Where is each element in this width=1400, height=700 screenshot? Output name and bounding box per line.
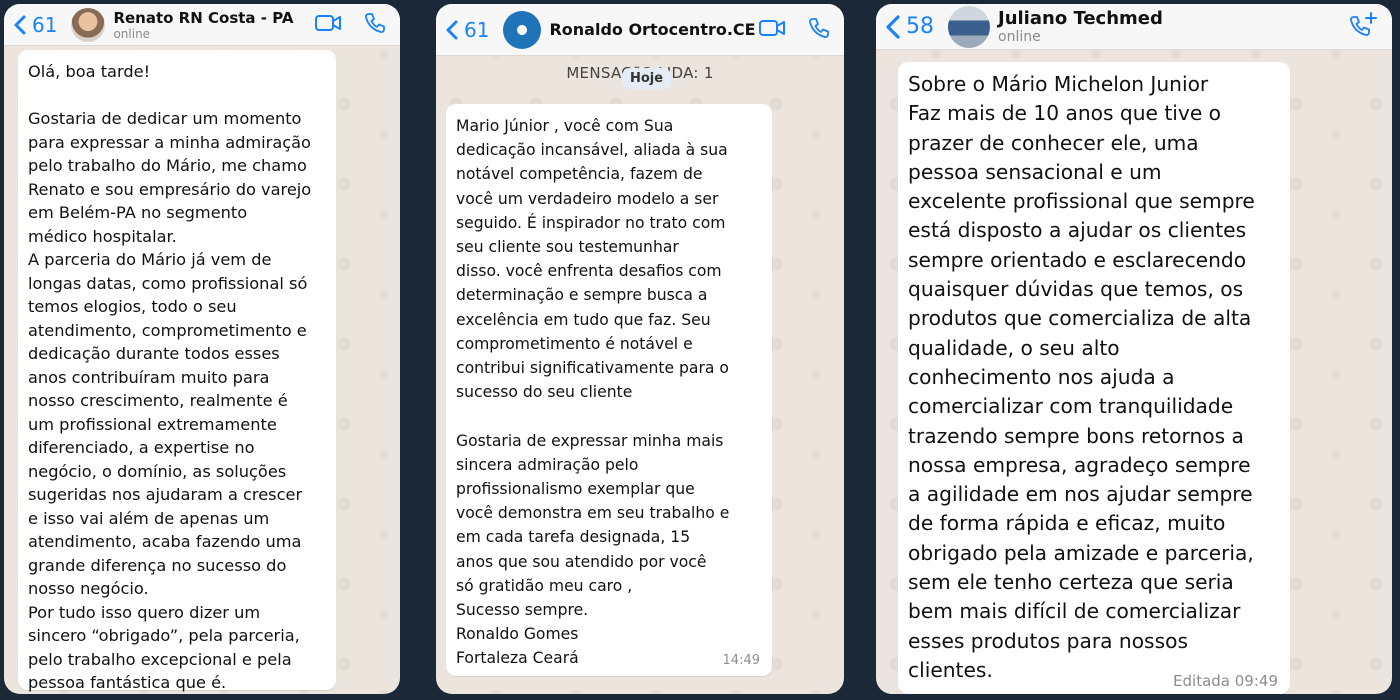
message-bubble[interactable]: Olá, boa tarde! Gostaria de dedicar um m… xyxy=(18,50,336,692)
contact-name: Juliano Techmed xyxy=(998,8,1163,29)
unread-count: 58 xyxy=(906,14,934,39)
phone-plus-icon[interactable] xyxy=(1348,11,1378,43)
contact-name: Renato RN Costa - PA xyxy=(113,8,294,27)
contact-name: Ronaldo Ortocentro.CE xyxy=(549,20,756,39)
back-button[interactable]: 58 xyxy=(886,14,934,39)
chat-header: 61 Renato RN Costa - PA online xyxy=(4,4,400,46)
contact-info[interactable]: Renato RN Costa - PA online xyxy=(113,9,293,41)
avatar[interactable] xyxy=(948,5,990,48)
video-camera-icon[interactable] xyxy=(314,13,342,37)
chat-header: 61 Ronaldo Ortocentro.CE xyxy=(436,4,844,56)
date-chip: Hoje xyxy=(622,68,672,89)
unread-count: 61 xyxy=(464,17,490,42)
message-bubble[interactable]: Sobre o Mário Michelon Junior Faz mais d… xyxy=(898,62,1290,694)
chevron-left-icon xyxy=(14,15,26,35)
message-time: Editada 09:49 xyxy=(1173,672,1278,690)
message-text: Mario Júnior , você com Sua dedicação in… xyxy=(456,117,730,668)
avatar[interactable] xyxy=(71,7,106,42)
contact-status: online xyxy=(998,29,1041,45)
back-button[interactable]: 61 xyxy=(446,18,489,42)
message-bubble[interactable]: Mario Júnior , você com Sua dedicação in… xyxy=(446,104,772,676)
chevron-left-icon xyxy=(446,20,458,40)
back-button[interactable]: 61 xyxy=(14,13,57,37)
chat-screenshot-renato: 61 Renato RN Costa - PA online Olá, boa … xyxy=(4,4,400,694)
phone-icon[interactable] xyxy=(808,17,830,43)
chat-header: 58 Juliano Techmed online xyxy=(876,4,1392,50)
chevron-left-icon xyxy=(886,14,900,39)
message-text: Olá, boa tarde! Gostaria de dedicar um m… xyxy=(28,62,312,692)
message-text: Sobre o Mário Michelon Junior Faz mais d… xyxy=(908,72,1255,682)
video-camera-icon[interactable] xyxy=(758,18,786,42)
contact-info[interactable]: Ronaldo Ortocentro.CE xyxy=(549,20,755,39)
message-time: 14:49 xyxy=(722,653,760,668)
avatar[interactable] xyxy=(503,10,542,49)
contact-status: online xyxy=(113,26,151,41)
phone-icon[interactable] xyxy=(364,12,386,38)
unread-count: 61 xyxy=(32,12,58,37)
chat-screenshot-juliano: 58 Juliano Techmed online Sobre o Mário … xyxy=(876,4,1392,694)
contact-info[interactable]: Juliano Techmed online xyxy=(998,8,1163,45)
chat-screenshot-ronaldo: 61 Ronaldo Ortocentro.CE MENSAG˜O LIDA: … xyxy=(436,4,844,694)
